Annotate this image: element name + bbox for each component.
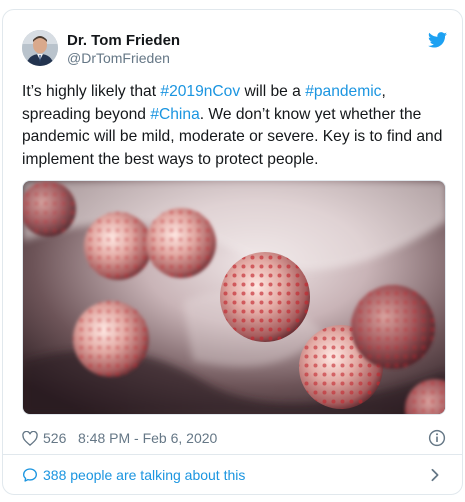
author-handle[interactable]: @DrTomFrieden (67, 50, 180, 67)
tweet-header: Dr. Tom Frieden @DrTomFrieden (22, 30, 447, 72)
info-icon[interactable] (428, 429, 446, 447)
tweet-text-segment: It’s highly likely that (22, 83, 161, 100)
chevron-right-icon (431, 468, 439, 482)
twitter-bird-icon[interactable] (428, 32, 447, 48)
like-count: 526 (43, 430, 67, 446)
conversation-link[interactable]: 388 people are talking about this (3, 455, 462, 494)
conversation-link-content: 388 people are talking about this (22, 466, 245, 484)
speech-bubble-icon (23, 468, 37, 482)
coronavirus-photo (23, 181, 445, 414)
hashtag-pandemic-link[interactable]: #pandemic (305, 83, 381, 100)
tweet-timestamp-link[interactable]: 8:48 PM - Feb 6, 2020 (78, 428, 217, 448)
author-display-name[interactable]: Dr. Tom Frieden (67, 31, 180, 50)
tweet-text: It’s highly likely that #2019nCov will b… (22, 81, 446, 171)
tweet-text-segment: will be a (240, 83, 306, 100)
tweet-media-photo[interactable] (22, 180, 446, 415)
like-action[interactable]: 526 (22, 428, 66, 448)
author-avatar[interactable] (22, 30, 58, 66)
conversation-label: 388 people are talking about this (43, 467, 246, 483)
hashtag-china-link[interactable]: #China (150, 106, 199, 123)
heart-icon (22, 430, 38, 446)
author-names: Dr. Tom Frieden @DrTomFrieden (67, 31, 180, 67)
hashtag-2019ncov-link[interactable]: #2019nCov (160, 83, 240, 100)
embedded-tweet-card: Dr. Tom Frieden @DrTomFrieden It’s highl… (2, 9, 463, 495)
tweet-meta-row: 526 8:48 PM - Feb 6, 2020 (22, 428, 446, 448)
